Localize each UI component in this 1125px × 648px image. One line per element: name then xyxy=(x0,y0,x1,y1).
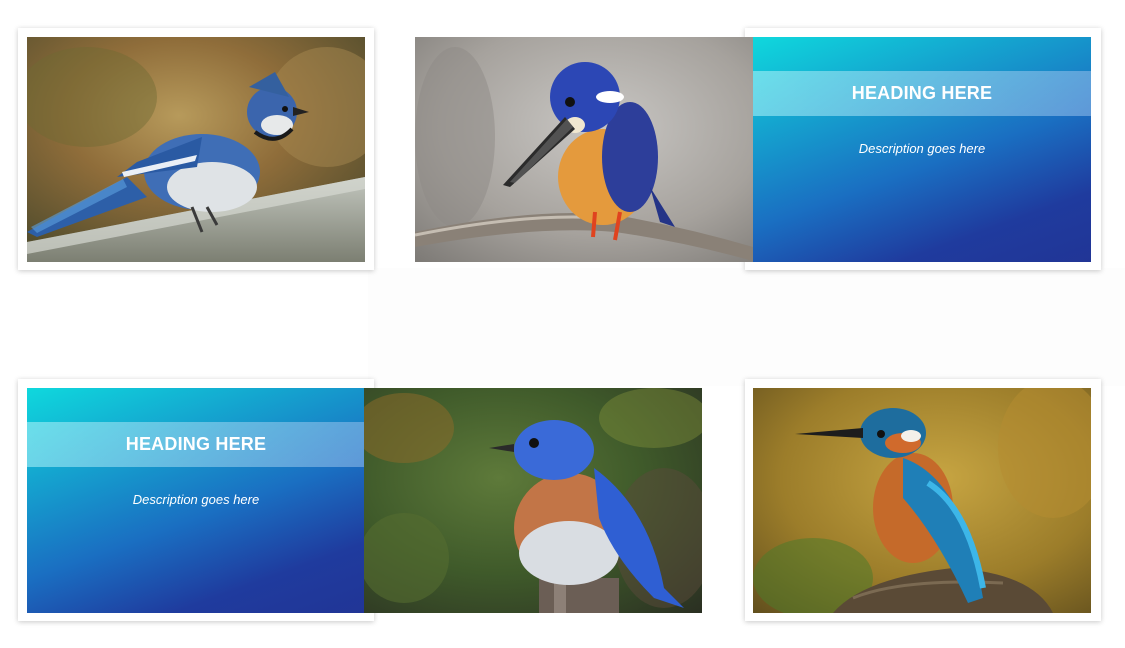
info-overlay-2[interactable]: HEADING HERE Description goes here xyxy=(27,388,365,613)
heading-band: HEADING HERE xyxy=(27,422,365,467)
bluebird-photo[interactable] xyxy=(364,388,702,613)
overlay-description: Description goes here xyxy=(132,492,260,507)
blue-jay-photo[interactable] xyxy=(27,37,365,262)
gallery-stage: HEADING HERE Description goes here HEADI… xyxy=(0,0,1125,648)
overlay-heading: HEADING HERE xyxy=(851,83,993,103)
kingfisher-photo[interactable] xyxy=(415,37,753,262)
common-kingfisher-photo[interactable] xyxy=(753,388,1091,613)
heading-band: HEADING HERE xyxy=(753,71,1091,116)
info-overlay-1[interactable]: HEADING HERE Description goes here xyxy=(753,37,1091,262)
background-band xyxy=(368,268,1125,386)
overlay-description: Description goes here xyxy=(858,141,986,156)
overlay-heading: HEADING HERE xyxy=(125,434,267,454)
